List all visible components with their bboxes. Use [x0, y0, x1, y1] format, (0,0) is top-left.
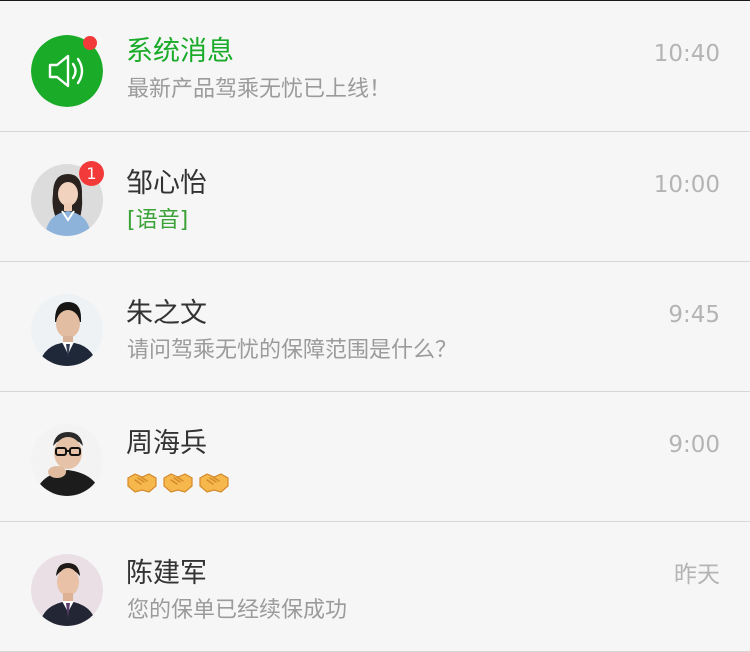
- handshake-emoji: [199, 473, 229, 493]
- avatar: [31, 424, 103, 496]
- conversation-time: 昨天: [674, 562, 720, 588]
- conversation-time: 10:40: [653, 41, 720, 67]
- conversation-time: 9:45: [668, 302, 720, 328]
- conversation-name: 朱之文: [126, 298, 207, 329]
- unread-dot: [83, 36, 97, 50]
- conversation-item[interactable]: 陈建军 您的保单已经续保成功 昨天: [0, 522, 750, 652]
- handshake-emoji: [163, 473, 193, 493]
- conversation-time: 9:00: [668, 432, 720, 458]
- unread-count-badge: 1: [79, 161, 104, 186]
- emoji-preview: [126, 466, 230, 496]
- conversation-name: 陈建军: [126, 558, 207, 589]
- conversation-item[interactable]: 朱之文 请问驾乘无忧的保障范围是什么？ 9:45: [0, 262, 750, 392]
- conversation-preview: 最新产品驾乘无忧已上线！: [127, 77, 392, 102]
- avatar-photo: [31, 554, 103, 626]
- avatar: [31, 554, 103, 626]
- conversation-time: 10:00: [653, 172, 720, 198]
- avatar-photo: [31, 294, 103, 366]
- conversation-name: 系统消息: [126, 36, 234, 67]
- conversation-item-system[interactable]: 系统消息 最新产品驾乘无忧已上线！ 10:40: [0, 1, 750, 132]
- conversation-item[interactable]: 1 邹心怡 [语音] 10:00: [0, 132, 750, 262]
- conversation-preview-voice: [语音]: [127, 208, 189, 233]
- handshake-emoji: [127, 473, 157, 493]
- conversation-preview: 请问驾乘无忧的保障范围是什么？: [127, 338, 458, 363]
- avatar-photo: [31, 424, 103, 496]
- conversation-preview: 您的保单已经续保成功: [127, 598, 348, 623]
- conversation-name: 邹心怡: [126, 168, 207, 199]
- conversation-name: 周海兵: [126, 428, 207, 459]
- avatar: [31, 294, 103, 366]
- conversation-list: 系统消息 最新产品驾乘无忧已上线！ 10:40 1 邹心怡 [语音] 10:00: [0, 1, 750, 652]
- conversation-item[interactable]: 周海兵 9:00: [0, 392, 750, 522]
